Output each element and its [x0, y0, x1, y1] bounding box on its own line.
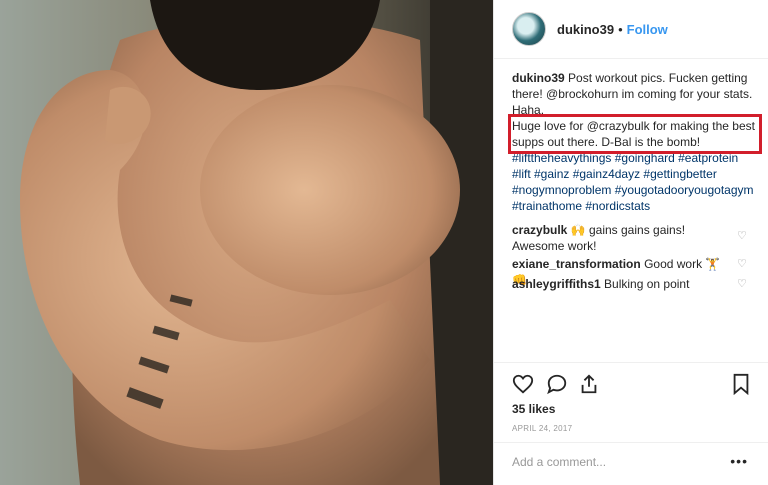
separator-dot: • [618, 21, 623, 37]
bookmark-icon[interactable] [731, 373, 751, 400]
actions-divider [494, 362, 768, 363]
post-caption: dukino39 Post workout pics. Fucken getti… [508, 70, 762, 214]
more-options-icon[interactable]: ••• [730, 453, 748, 469]
heart-icon[interactable] [512, 373, 534, 400]
comment-item: crazybulk 🙌 gains gains gains! Awesome w… [512, 222, 732, 254]
comment-username[interactable]: exiane_transformation [512, 257, 641, 271]
post-actions [512, 373, 752, 399]
comment-icon[interactable] [546, 373, 568, 400]
post-side-panel: dukino39 • Follow dukino39 Post workout … [493, 0, 768, 485]
likes-count[interactable]: 35 likes [512, 402, 555, 416]
highlighted-caption: Huge love for @crazybulk for making the … [508, 114, 762, 154]
comment-heart-icon[interactable]: ♡ [737, 231, 748, 242]
follow-button[interactable]: Follow [627, 22, 668, 37]
comment-username[interactable]: crazybulk [512, 223, 567, 237]
post-photo-image [0, 0, 493, 485]
header-divider [494, 58, 768, 59]
add-comment-input[interactable]: Add a comment... [512, 455, 606, 469]
comment-item: ashleygriffiths1 Bulking on point [512, 276, 732, 292]
post-photo[interactable] [0, 0, 493, 485]
post-date: APRIL 24, 2017 [512, 424, 573, 433]
post-header: dukino39 • Follow [512, 10, 668, 48]
comment-text: Bulking on point [604, 277, 690, 291]
caption-hashtags[interactable]: #lifttheheavythings #goinghard #eatprote… [512, 150, 758, 214]
caption-username[interactable]: dukino39 [512, 71, 565, 85]
avatar[interactable] [512, 12, 546, 46]
comment-username[interactable]: ashleygriffiths1 [512, 277, 601, 291]
comment-heart-icon[interactable]: ♡ [737, 259, 748, 270]
share-icon[interactable] [578, 373, 600, 400]
comment-heart-icon[interactable]: ♡ [737, 279, 748, 290]
post-username[interactable]: dukino39 [557, 22, 614, 37]
comment-box-divider [494, 442, 768, 443]
